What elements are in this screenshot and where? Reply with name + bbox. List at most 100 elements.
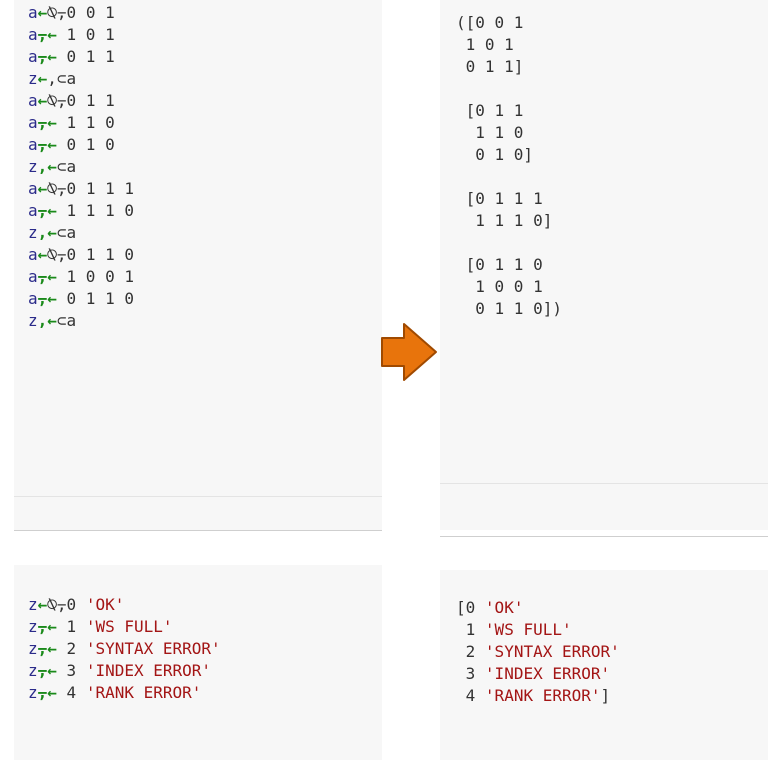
code-identifier: z <box>28 595 38 614</box>
code-number: 3 <box>56 661 77 680</box>
assign-arrow: ⍪← <box>37 661 57 680</box>
code-line: a⍪← 0 1 1 0 <box>28 288 134 310</box>
assign-arrow: ⍪← <box>37 47 57 66</box>
code-values: 0 1 1 <box>56 47 115 66</box>
code-string: 'WS FULL' <box>85 617 173 636</box>
output-line: 4 'RANK ERROR'] <box>456 685 620 707</box>
output-line: 0 1 0] <box>456 145 534 164</box>
code-values: 1 0 0 1 <box>56 267 134 286</box>
output-line: 2 'SYNTAX ERROR' <box>456 641 620 663</box>
code-operator: ⊂a <box>56 157 77 176</box>
code-identifier: a <box>28 113 38 132</box>
code-operator: ,⊂a <box>47 69 77 88</box>
code-number: 1 <box>56 617 77 636</box>
code-operator: ⍉⍪ <box>47 91 67 110</box>
code-operator: ⍉⍪ <box>47 245 67 264</box>
assign-arrow: ⍪← <box>37 617 57 636</box>
output-line: 0 1 1 0]) <box>456 299 562 318</box>
assign-arrow: ← <box>37 179 48 198</box>
code-number: 0 <box>66 595 77 614</box>
output-line: [0 'OK' <box>456 597 620 619</box>
output-line: 1 1 1 0] <box>456 211 553 230</box>
output-number: 1 <box>465 620 476 639</box>
code-line: z,←⊂a <box>28 222 134 244</box>
code-line: a←⍉⍪0 0 1 <box>28 2 134 24</box>
code-operator: ⍉⍪ <box>47 595 67 614</box>
assign-arrow: ← <box>37 245 48 264</box>
code-line: z,←⊂a <box>28 310 134 332</box>
code-line: a⍪← 1 0 1 <box>28 24 134 46</box>
code-identifier: a <box>28 245 38 264</box>
code-operator: ⍉⍪ <box>47 3 67 22</box>
assign-arrow: ,← <box>37 157 57 176</box>
code-identifier: a <box>28 135 38 154</box>
code-line: z←,⊂a <box>28 68 134 90</box>
output-line: 1 'WS FULL' <box>456 619 620 641</box>
code-identifier: a <box>28 201 38 220</box>
output-line: 0 1 1] <box>456 57 524 76</box>
output-string: 'SYNTAX ERROR' <box>484 642 620 661</box>
code-identifier: z <box>28 661 38 680</box>
code-operator: ⊂a <box>56 311 77 330</box>
code-values: 0 1 0 <box>56 135 115 154</box>
code-identifier: a <box>28 267 38 286</box>
assign-arrow: ⍪← <box>37 267 57 286</box>
code-line: z⍪← 2 'SYNTAX ERROR' <box>28 638 221 660</box>
assign-arrow: ⍪← <box>37 683 57 702</box>
output-line: [0 1 1 1 <box>456 189 543 208</box>
output-bracket <box>456 686 466 705</box>
assign-arrow: ,← <box>37 311 57 330</box>
output-line: 1 0 0 1 <box>456 277 543 296</box>
output-string: 'INDEX ERROR' <box>484 664 611 683</box>
right-arrow-icon <box>381 323 437 381</box>
output-string: 'WS FULL' <box>484 620 572 639</box>
code-values: 0 1 1 1 <box>66 179 134 198</box>
code-number: 4 <box>56 683 77 702</box>
code-line: a←⍉⍪0 1 1 1 <box>28 178 134 200</box>
code-identifier: a <box>28 3 38 22</box>
code-identifier: z <box>28 157 38 176</box>
code-values: 1 0 1 <box>56 25 115 44</box>
assign-arrow: ⍪← <box>37 289 57 308</box>
code-values: 1 1 0 <box>56 113 115 132</box>
code-identifier: a <box>28 289 38 308</box>
output-number: 3 <box>465 664 476 683</box>
code-values: 1 1 1 0 <box>56 201 134 220</box>
left-code-block: a←⍉⍪0 0 1 a⍪← 1 0 1 a⍪← 0 1 1 z←,⊂a a←⍉⍪0 1 … <box>28 2 134 332</box>
assign-arrow: ,← <box>37 223 57 242</box>
assign-arrow: ⍪← <box>37 201 57 220</box>
assign-arrow: ⍪← <box>37 135 57 154</box>
output-line: [0 1 1 0 <box>456 255 543 274</box>
output-number: 0 <box>465 598 476 617</box>
code-line: a⍪← 0 1 1 <box>28 46 134 68</box>
code-operator: ⍉⍪ <box>47 179 67 198</box>
code-string: 'RANK ERROR' <box>85 683 202 702</box>
assign-arrow: ⍪← <box>37 639 57 658</box>
output-line: 1 1 0 <box>456 123 524 142</box>
code-string: 'OK' <box>85 595 125 614</box>
output-string: 'OK' <box>484 598 524 617</box>
code-identifier: z <box>28 223 38 242</box>
code-identifier: a <box>28 25 38 44</box>
code-line: z⍪← 4 'RANK ERROR' <box>28 682 221 704</box>
code-values: 0 1 1 <box>66 91 115 110</box>
code-operator: ⊂a <box>56 223 77 242</box>
code-line: z←⍉⍪0 'OK' <box>28 594 221 616</box>
output-line: [0 1 1 <box>456 101 524 120</box>
left-code-block-2: z←⍉⍪0 'OK' z⍪← 1 'WS FULL' z⍪← 2 'SYNTAX E… <box>28 594 221 704</box>
code-line: a⍪← 1 1 1 0 <box>28 200 134 222</box>
right-separator <box>440 536 768 537</box>
code-line: a⍪← 0 1 0 <box>28 134 134 156</box>
code-identifier: z <box>28 639 38 658</box>
left-separator <box>14 530 382 531</box>
code-line: z⍪← 3 'INDEX ERROR' <box>28 660 221 682</box>
code-identifier: z <box>28 683 38 702</box>
code-line: a←⍉⍪0 1 1 <box>28 90 134 112</box>
output-line: 1 0 1 <box>456 35 514 54</box>
code-identifier: z <box>28 311 38 330</box>
code-line: a←⍉⍪0 1 1 0 <box>28 244 134 266</box>
output-bracket: ] <box>600 686 611 705</box>
